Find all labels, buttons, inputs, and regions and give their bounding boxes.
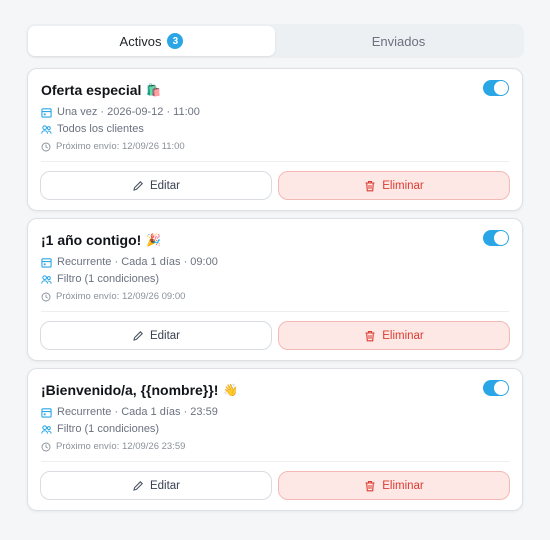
edit-button-label: Editar [149,179,181,192]
message-emoji: 👋 [223,383,239,397]
clock-icon [41,442,51,451]
message-enabled-toggle[interactable] [483,80,509,96]
clock-icon [41,142,51,151]
message-schedule: Recurrente · Cada 1 días · 09:00 [41,256,218,268]
message-card: ¡Bienvenido/a, {{nombre}}! 👋 Recurrente … [27,368,523,511]
delete-button[interactable]: Eliminar [278,471,510,500]
delete-button-label: Eliminar [382,179,424,192]
pencil-icon [133,330,143,341]
edit-button-label: Editar [149,479,181,492]
message-next-send: Próximo envío: 12/09/26 11:00 [41,141,185,152]
edit-button[interactable]: Editar [40,171,272,200]
message-card: Oferta especial 🛍️ Una vez · 2026-09-12 … [27,68,523,211]
message-schedule-text: Una vez · 2026-09-12 · 11:00 [57,106,200,118]
card-divider [41,311,509,312]
message-next-send-text: Próximo envío: 12/09/26 09:00 [56,291,186,302]
edit-button-label: Editar [149,329,181,342]
tab-activos-count-badge: 3 [167,33,184,49]
message-next-send-text: Próximo envío: 12/09/26 11:00 [56,141,185,152]
edit-button[interactable]: Editar [40,471,272,500]
tab-bar: Activos 3 Enviados [26,24,524,58]
message-title: ¡1 año contigo! 🎉 [41,232,161,248]
calendar-icon [41,407,52,418]
message-title: Oferta especial 🛍️ [41,82,161,98]
edit-button[interactable]: Editar [40,321,272,350]
message-schedule-text: Recurrente · Cada 1 días · 23:59 [57,406,218,418]
delete-button-label: Eliminar [382,329,424,342]
card-divider [41,461,509,462]
delete-button-label: Eliminar [382,479,424,492]
message-title-text: ¡1 año contigo! [41,232,142,248]
pencil-icon [133,180,143,191]
tab-activos[interactable]: Activos 3 [28,26,275,56]
message-emoji: 🎉 [146,233,162,247]
users-icon [41,424,52,434]
delete-button[interactable]: Eliminar [278,171,510,200]
message-next-send: Próximo envío: 12/09/26 09:00 [41,291,185,302]
message-enabled-toggle[interactable] [483,380,509,396]
message-audience: Filtro (1 condiciones) [41,273,159,285]
delete-button[interactable]: Eliminar [278,321,510,350]
tab-activos-label: Activos [119,33,162,49]
message-audience: Filtro (1 condiciones) [41,423,159,435]
message-audience: Todos los clientes [41,123,144,135]
message-title-text: ¡Bienvenido/a, {{nombre}}! [41,382,219,398]
message-card: ¡1 año contigo! 🎉 Recurrente · Cada 1 dí… [27,218,523,361]
message-schedule: Recurrente · Cada 1 días · 23:59 [41,406,218,418]
message-next-send: Próximo envío: 12/09/26 23:59 [41,441,185,452]
clock-icon [41,292,51,301]
tab-enviados-label: Enviados [371,33,426,49]
message-enabled-toggle[interactable] [483,230,509,246]
tab-enviados[interactable]: Enviados [275,26,522,56]
trash-icon [365,180,375,191]
message-next-send-text: Próximo envío: 12/09/26 23:59 [56,441,186,452]
users-icon [41,274,52,284]
calendar-icon [41,107,52,118]
users-icon [41,124,52,134]
calendar-icon [41,257,52,268]
message-emoji: 🛍️ [146,83,162,97]
card-divider [41,161,509,162]
message-title: ¡Bienvenido/a, {{nombre}}! 👋 [41,382,238,398]
message-audience-text: Todos los clientes [57,123,144,135]
message-schedule-text: Recurrente · Cada 1 días · 09:00 [57,256,218,268]
trash-icon [365,330,375,341]
message-title-text: Oferta especial [41,82,142,98]
message-schedule: Una vez · 2026-09-12 · 11:00 [41,106,200,118]
trash-icon [365,480,375,491]
message-audience-text: Filtro (1 condiciones) [57,273,160,285]
message-audience-text: Filtro (1 condiciones) [57,423,160,435]
pencil-icon [133,480,143,491]
